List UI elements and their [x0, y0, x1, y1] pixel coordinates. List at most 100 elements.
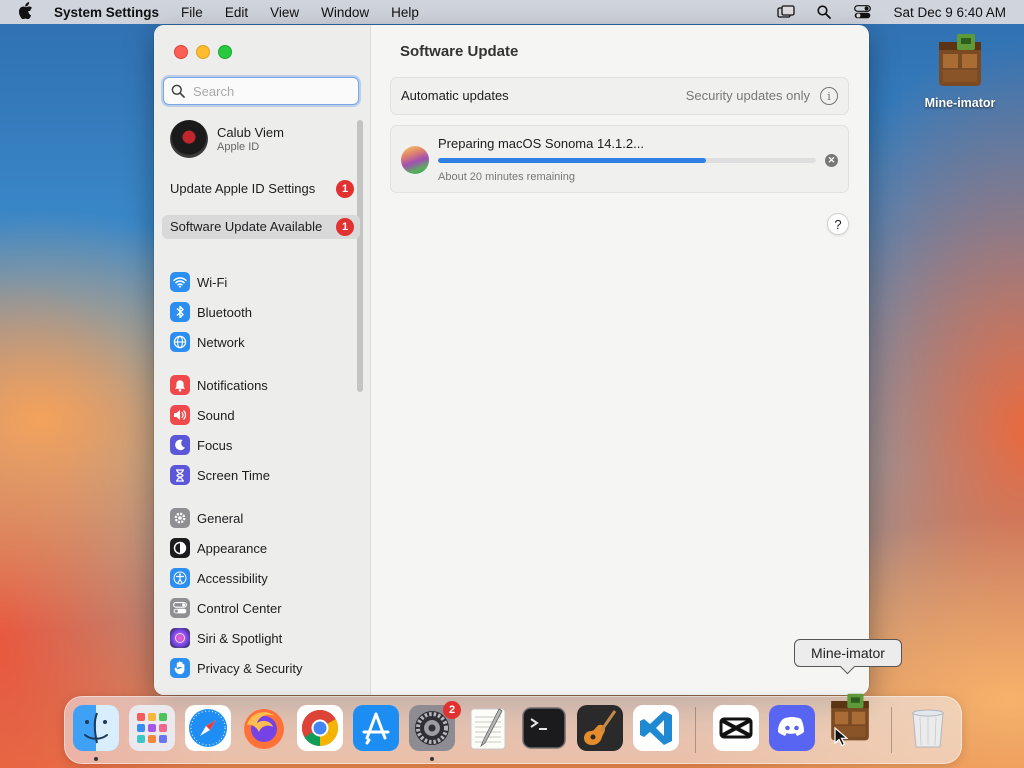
- bluetooth-icon: [170, 302, 190, 322]
- sidebar-scrollbar[interactable]: [357, 120, 363, 392]
- menu-clock[interactable]: Sat Dec 9 6:40 AM: [893, 5, 1006, 20]
- sidebar-item-siri-spotlight[interactable]: Siri & Spotlight: [170, 627, 282, 649]
- sidebar-item-label: Screen Time: [197, 467, 270, 483]
- sidebar-item-label: Siri & Spotlight: [197, 630, 283, 646]
- screen-mirroring-icon[interactable]: [777, 5, 796, 19]
- sidebar-item-focus[interactable]: Focus: [170, 434, 232, 456]
- bell-icon: [170, 375, 190, 395]
- sidebar-item-sound[interactable]: Sound: [170, 404, 235, 426]
- cancel-update-button[interactable]: ✕: [825, 154, 838, 167]
- speaker-icon: [170, 405, 190, 425]
- dock-app-system-settings[interactable]: 2: [409, 701, 461, 751]
- dock-app-garageband[interactable]: [577, 705, 623, 751]
- dock-app-chrome[interactable]: [297, 705, 343, 751]
- sidebar-item-appearance[interactable]: Appearance: [170, 537, 267, 559]
- apple-menu-icon[interactable]: [18, 1, 34, 23]
- sidebar-item-update-apple-id[interactable]: Update Apple ID Settings 1: [162, 177, 360, 201]
- siri-icon: [170, 628, 190, 648]
- sidebar-item-label: Update Apple ID Settings: [170, 181, 316, 196]
- sidebar-item-control-center[interactable]: Control Center: [170, 597, 282, 619]
- search-field[interactable]: [163, 77, 359, 105]
- sidebar: Calub Viem Apple ID Update Apple ID Sett…: [154, 25, 371, 695]
- dock-app-terminal[interactable]: [521, 705, 567, 751]
- menu-bar: System Settings File Edit View Window He…: [0, 0, 1024, 24]
- dock-app-trash[interactable]: [905, 705, 951, 751]
- update-progress-bar: [438, 158, 816, 163]
- sidebar-item-accessibility[interactable]: Accessibility: [170, 567, 268, 589]
- sidebar-item-general[interactable]: General: [170, 507, 243, 529]
- running-indicator: [94, 757, 98, 761]
- mouse-cursor-icon: [834, 726, 849, 750]
- sidebar-item-label: Focus: [197, 437, 233, 453]
- account-name: Calub Viem: [217, 125, 284, 140]
- notification-badge: 1: [336, 218, 354, 236]
- dock-separator: [891, 707, 892, 753]
- search-input[interactable]: [191, 82, 355, 100]
- minimize-window-button[interactable]: [196, 45, 210, 59]
- dock-app-finder[interactable]: [73, 705, 119, 751]
- discord-icon: [769, 705, 815, 751]
- sidebar-item-label: Software Update Available: [170, 219, 323, 234]
- globe-icon: [170, 332, 190, 352]
- dock-app-capcut[interactable]: [713, 705, 759, 751]
- dock-app-vscode[interactable]: [633, 705, 679, 751]
- control-center-icon: [170, 598, 190, 618]
- dock-app-app-store[interactable]: [353, 705, 399, 751]
- sidebar-item-label: Notifications: [197, 377, 268, 393]
- dock: 2: [64, 693, 962, 764]
- dock-app-mine-imator[interactable]: [823, 691, 877, 745]
- help-button[interactable]: ?: [827, 213, 849, 235]
- sidebar-item-screen-time[interactable]: Screen Time: [170, 464, 270, 486]
- garageband-icon: [577, 705, 623, 751]
- sidebar-item-bluetooth[interactable]: Bluetooth: [170, 301, 252, 323]
- close-window-button[interactable]: [174, 45, 188, 59]
- search-icon: [171, 84, 185, 98]
- menu-help[interactable]: Help: [391, 5, 419, 20]
- menu-app-name[interactable]: System Settings: [54, 5, 159, 20]
- dock-app-firefox[interactable]: [241, 705, 287, 751]
- dock-app-discord[interactable]: [769, 705, 815, 751]
- automatic-updates-value: Security updates only: [685, 88, 810, 103]
- textedit-icon: [470, 708, 506, 750]
- zoom-window-button[interactable]: [218, 45, 232, 59]
- automatic-updates-label: Automatic updates: [401, 88, 509, 103]
- sidebar-item-notifications[interactable]: Notifications: [170, 374, 268, 396]
- moon-icon: [170, 435, 190, 455]
- menu-window[interactable]: Window: [321, 5, 369, 20]
- account-subtitle: Apple ID: [217, 141, 260, 153]
- dock-app-textedit[interactable]: [465, 705, 511, 751]
- dock-app-safari[interactable]: [185, 705, 231, 751]
- launchpad-icon: [129, 705, 175, 751]
- terminal-icon: [522, 707, 566, 749]
- chrome-icon: [297, 705, 343, 751]
- system-settings-window: Calub Viem Apple ID Update Apple ID Sett…: [154, 25, 869, 695]
- mine-imator-icon: [931, 32, 989, 90]
- sidebar-item-wifi[interactable]: Wi-Fi: [170, 271, 227, 293]
- sidebar-item-software-update-available[interactable]: Software Update Available 1: [162, 215, 360, 239]
- hand-icon: [170, 658, 190, 678]
- info-icon[interactable]: i: [820, 87, 838, 105]
- apple-id-account[interactable]: Calub Viem Apple ID: [170, 120, 284, 158]
- sidebar-item-label: Network: [197, 334, 245, 350]
- dock-tooltip: Mine-imator: [794, 639, 902, 667]
- menu-view[interactable]: View: [270, 5, 299, 20]
- sidebar-item-privacy-security[interactable]: Privacy & Security: [170, 657, 302, 679]
- desktop-icon-mine-imator[interactable]: Mine-imator: [918, 32, 1002, 110]
- dock-separator: [695, 707, 696, 753]
- sidebar-item-network[interactable]: Network: [170, 331, 245, 353]
- control-center-menu-icon[interactable]: [853, 5, 871, 19]
- page-title: Software Update: [400, 43, 519, 60]
- notification-badge: 2: [443, 701, 461, 719]
- dock-app-launchpad[interactable]: [129, 705, 175, 751]
- wifi-icon: [170, 272, 190, 292]
- menu-edit[interactable]: Edit: [225, 5, 248, 20]
- gear-icon: [170, 508, 190, 528]
- software-update-pane: Software Update Automatic updates Securi…: [371, 25, 869, 695]
- sidebar-item-label: General: [197, 510, 244, 526]
- sidebar-item-label: Appearance: [197, 540, 268, 556]
- spotlight-search-icon[interactable]: [815, 5, 833, 19]
- menu-file[interactable]: File: [181, 5, 203, 20]
- update-time-remaining: About 20 minutes remaining: [438, 171, 575, 183]
- hourglass-icon: [170, 465, 190, 485]
- appearance-icon: [170, 538, 190, 558]
